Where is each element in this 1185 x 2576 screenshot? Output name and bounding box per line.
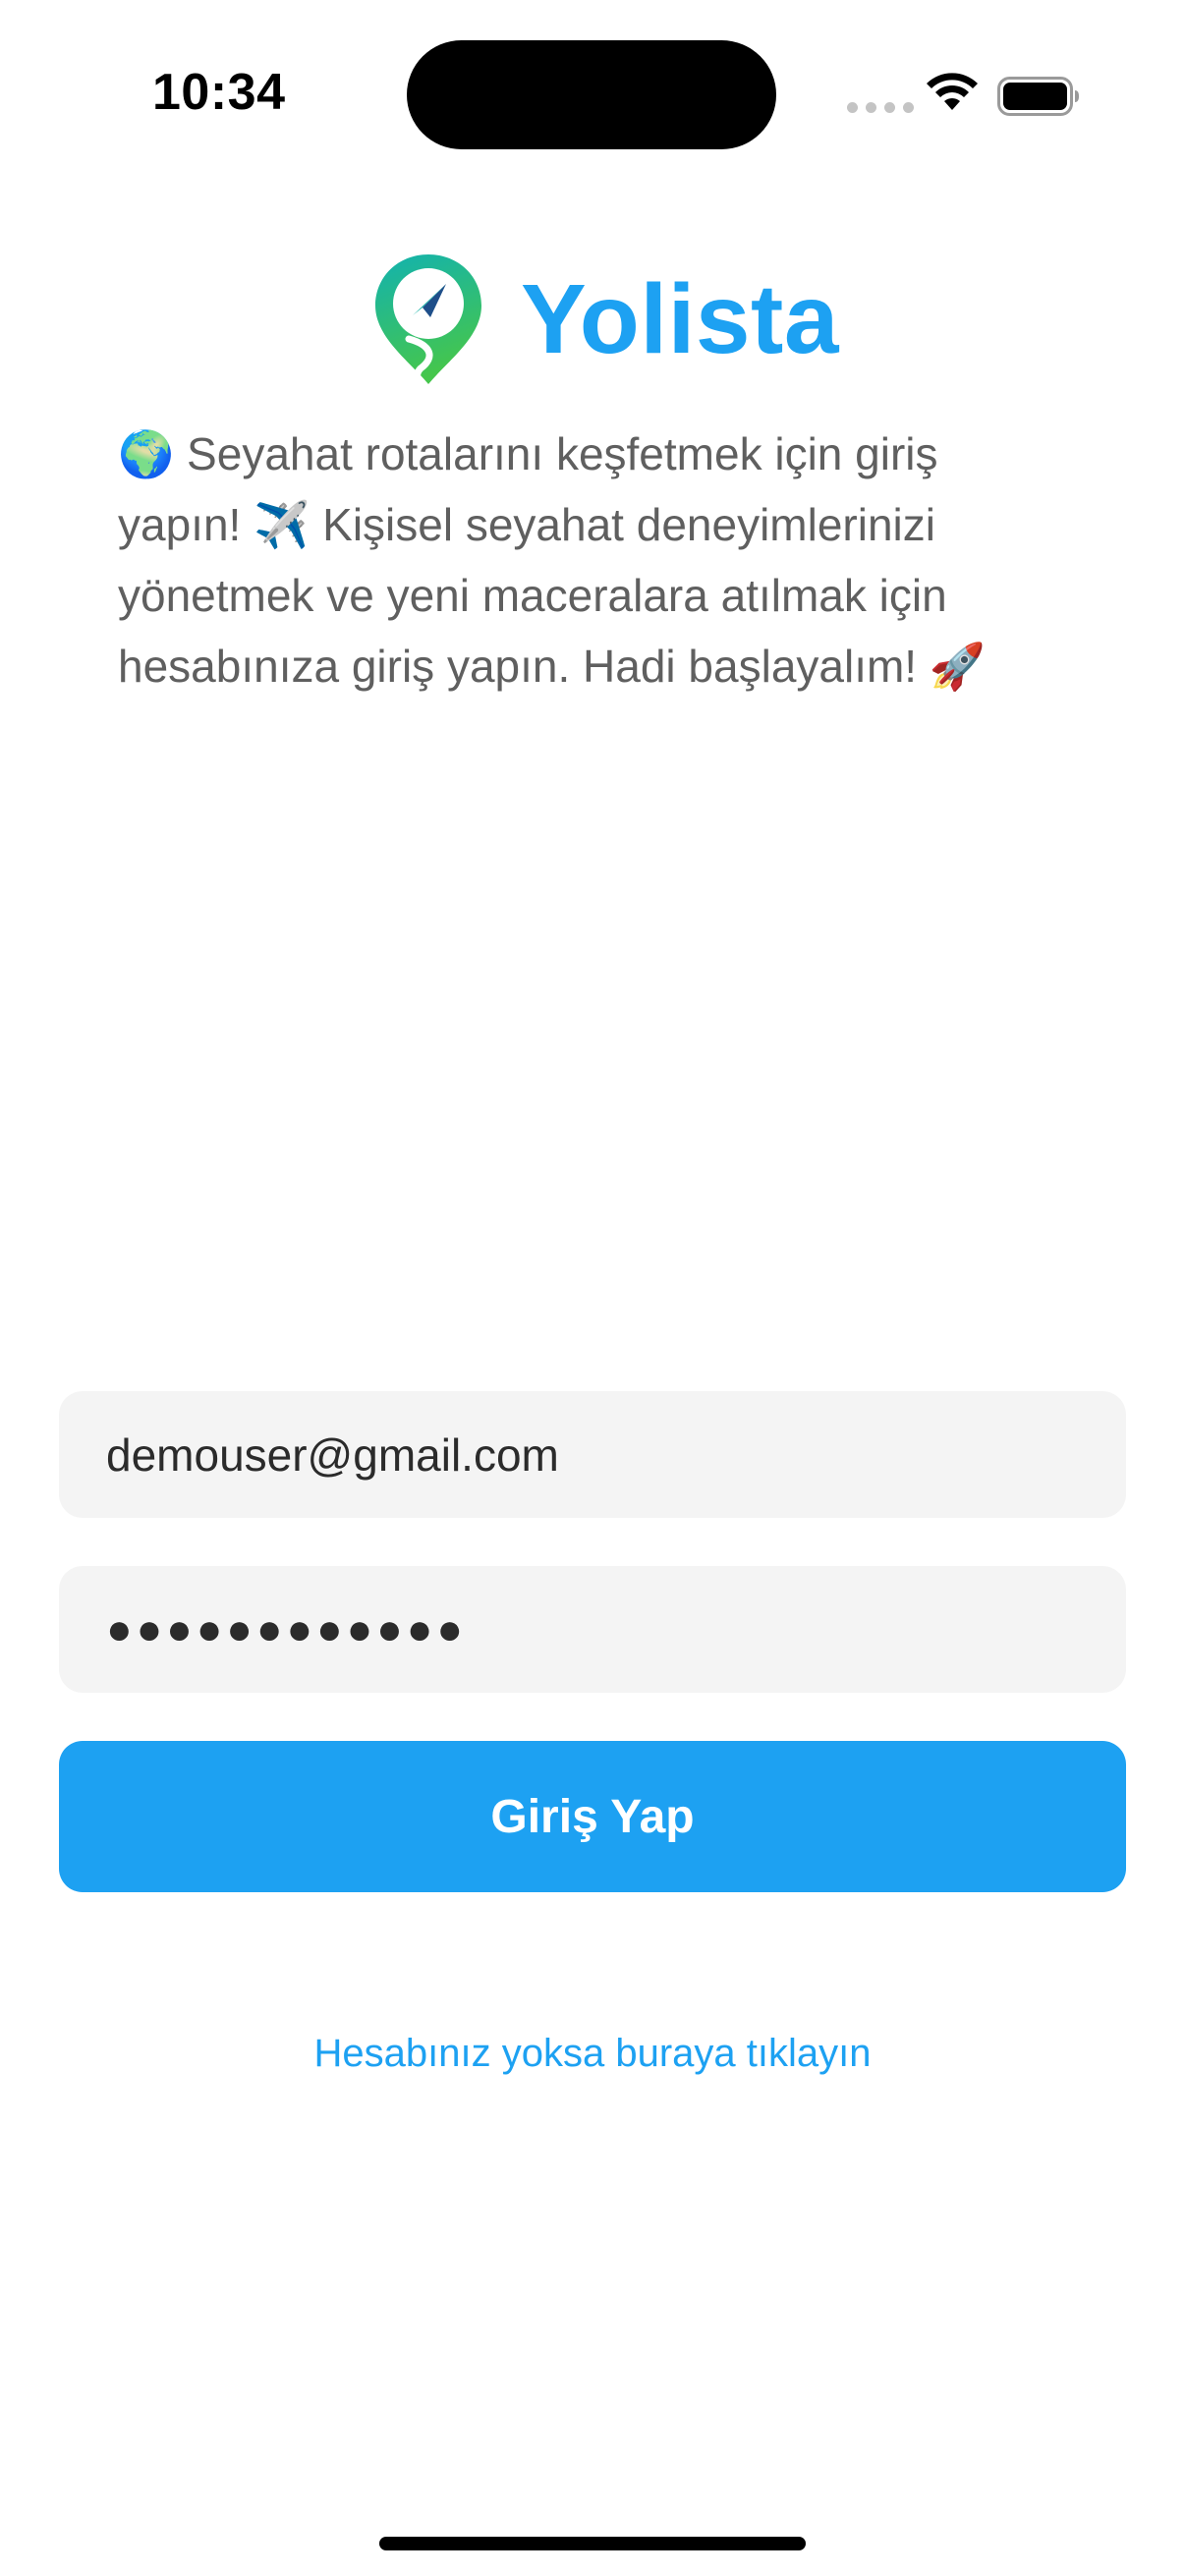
wifi-icon	[927, 73, 978, 110]
cellular-signal-icon	[847, 102, 914, 113]
login-screen: 10:34 Yolista 🌍 Seyahat rotalarını keşfe…	[0, 0, 1185, 2576]
signup-link[interactable]: Hesabınız yoksa buraya tıklayın	[0, 2032, 1185, 2076]
app-name: Yolista	[521, 264, 839, 374]
password-field[interactable]: ●●●●●●●●●●●●	[59, 1566, 1126, 1693]
intro-text: 🌍 Seyahat rotalarını keşfetmek için giri…	[118, 428, 987, 692]
map-pin-compass-icon	[375, 254, 481, 394]
status-time: 10:34	[152, 64, 286, 121]
email-field[interactable]: demouser@gmail.com	[59, 1391, 1126, 1518]
battery-icon	[997, 77, 1079, 116]
dynamic-island	[407, 40, 776, 149]
login-button[interactable]: Giriş Yap	[59, 1741, 1126, 1892]
home-indicator[interactable]	[379, 2537, 806, 2550]
